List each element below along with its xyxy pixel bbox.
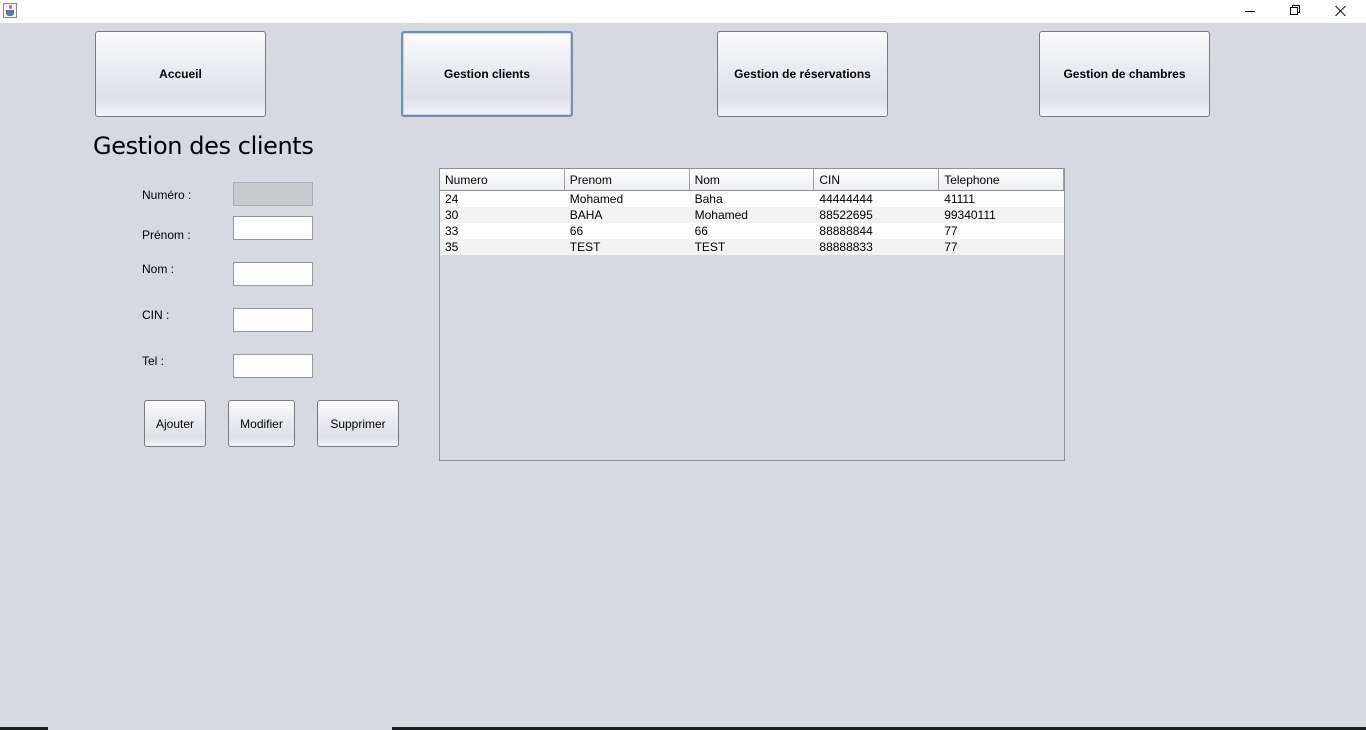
minimize-icon[interactable] (1227, 0, 1273, 23)
table-cell: 24 (445, 192, 459, 206)
table-cell: 66 (569, 224, 584, 238)
table-row[interactable]: 35 TEST TEST 88888833 77 (440, 239, 1064, 255)
column-header-cin[interactable]: CIN (814, 169, 940, 190)
table-cell: 30 (445, 208, 459, 222)
table-cell: Mohamed (694, 208, 748, 222)
table-cell: 88888833 (819, 240, 873, 254)
table-cell: 99340111 (944, 208, 996, 222)
table-row[interactable]: 24 Mohamed Baha 44444444 41111 (440, 191, 1064, 207)
prenom-label: Prénom : (142, 228, 191, 242)
column-header-nom[interactable]: Nom (690, 169, 815, 190)
nav-gestion-chambres-button[interactable]: Gestion de chambres (1039, 31, 1210, 117)
table-cell: 88522695 (819, 208, 873, 222)
restore-icon[interactable] (1272, 0, 1318, 23)
table-cell: 35 (445, 240, 459, 254)
nom-field[interactable] (233, 262, 313, 286)
table-row[interactable]: 33 66 66 88888844 77 (440, 223, 1064, 239)
nav-accueil-button[interactable]: Accueil (95, 31, 266, 117)
page-title: Gestion des clients (93, 132, 314, 160)
ajouter-button[interactable]: Ajouter (144, 400, 206, 447)
modifier-button[interactable]: Modifier (228, 400, 295, 447)
table-cell: 41111 (944, 192, 975, 206)
java-cup-icon[interactable] (3, 3, 17, 18)
table-cell: 77 (944, 224, 958, 238)
cin-label: CIN : (142, 308, 170, 322)
column-header-telephone[interactable]: Telephone (939, 169, 1064, 190)
cin-field[interactable] (233, 308, 313, 332)
numero-field (233, 182, 313, 206)
table-cell: BAHA (569, 208, 603, 222)
tel-label: Tel : (142, 354, 165, 368)
table-cell: TEST (569, 240, 601, 254)
table-cell: 44444444 (819, 192, 873, 206)
nav-gestion-clients-button[interactable]: Gestion clients (401, 31, 573, 117)
table-cell: Baha (694, 192, 723, 206)
nom-label: Nom : (142, 262, 175, 276)
table-cell: 66 (694, 224, 708, 238)
numero-label: Numéro : (142, 188, 192, 202)
window-titlebar (0, 0, 1366, 23)
column-header-numero[interactable]: Numero (440, 169, 565, 190)
table-header: Numero Prenom Nom CIN Telephone (440, 169, 1064, 191)
supprimer-button[interactable]: Supprimer (317, 400, 399, 447)
table-cell: 77 (944, 240, 958, 254)
tel-field[interactable] (233, 354, 313, 378)
table-cell: 33 (445, 224, 459, 238)
table-row[interactable]: 30 BAHA Mohamed 88522695 99340111 (440, 207, 1064, 223)
table-cell: TEST (694, 240, 726, 254)
close-icon[interactable] (1318, 0, 1364, 23)
nav-gestion-reservations-button[interactable]: Gestion de réservations (717, 31, 888, 117)
clients-table[interactable]: Numero Prenom Nom CIN Telephone 24 Moham… (439, 168, 1065, 461)
prenom-field[interactable] (233, 216, 313, 240)
table-cell: 88888844 (819, 224, 873, 238)
column-header-prenom[interactable]: Prenom (565, 169, 690, 190)
table-cell: Mohamed (569, 192, 624, 206)
